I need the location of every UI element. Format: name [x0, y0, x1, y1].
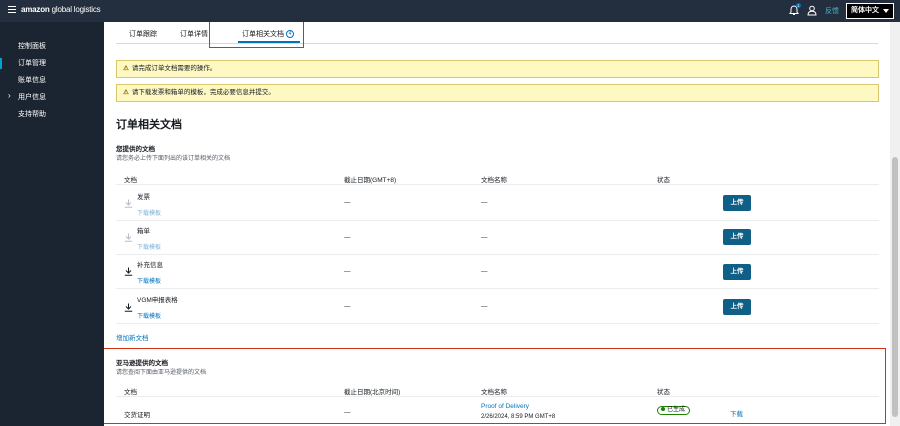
vertical-scrollbar[interactable] [890, 22, 900, 426]
amazon-global-logistics-logo[interactable]: amazon global logistics [21, 5, 101, 14]
document-name: 箱单 [137, 228, 150, 235]
sidebar-active-indicator [0, 58, 2, 69]
deadline-value: — [344, 409, 351, 416]
column-header-status: 状态 [657, 177, 670, 184]
sidebar-item-user-info[interactable]: 用户信息 [18, 92, 46, 102]
deadline-value: — [344, 234, 351, 241]
status-badge: 已生成 [657, 406, 691, 415]
file-name-value: — [481, 234, 488, 241]
top-navigation-bar: amazon global logistics 1 反馈 简体中文 [0, 0, 900, 22]
table-divider [116, 396, 879, 397]
download-icon [124, 233, 133, 242]
download-icon [124, 199, 133, 208]
upload-button[interactable]: 上传 [723, 299, 751, 315]
chevron-down-icon [883, 9, 889, 13]
file-date-value: 2/26/2024, 8:59 PM GMT+8 [481, 414, 556, 420]
alert-complete-actions: ⚠ 请完成订单文档需要的操作。 [116, 60, 879, 78]
warning-icon: ⚠ [123, 89, 129, 96]
download-icon [124, 267, 133, 276]
tab-order-tracking[interactable]: 订单跟踪 [129, 29, 157, 39]
file-name-value: — [481, 199, 488, 206]
download-template-link[interactable]: 下载模板 [137, 208, 161, 217]
document-name: 发票 [137, 194, 150, 201]
document-name: 补充信息 [137, 262, 163, 269]
sidebar: 控制面板 订单管理 账单信息 › 用户信息 支持帮助 [0, 22, 104, 426]
column-header-document: 文档 [124, 177, 137, 184]
table-divider [116, 254, 879, 255]
status-success-icon [661, 407, 665, 412]
section-description-amazon: 请您查阅下面由亚马逊提供的文档 [116, 370, 207, 376]
sidebar-item-dashboard[interactable]: 控制面板 [18, 41, 46, 51]
sidebar-item-billing[interactable]: 账单信息 [18, 75, 46, 85]
column-header-file-name: 文档名称 [481, 389, 507, 396]
document-name: 交货证明 [124, 412, 150, 419]
section-description-provided: 请您务必上传下面列出的该订单相关的文档 [116, 156, 231, 162]
notification-count-badge: 1 [796, 3, 801, 8]
deadline-value: — [344, 303, 351, 310]
table-divider [116, 220, 879, 221]
upload-button[interactable]: 上传 [723, 264, 751, 280]
file-name-value: — [481, 303, 488, 310]
add-new-document-link[interactable]: 增加新文档 [116, 332, 149, 342]
download-link[interactable]: 下载 [730, 408, 743, 418]
feedback-link[interactable]: 反馈 [825, 6, 839, 16]
deadline-value: — [344, 268, 351, 275]
page-title: 订单相关文档 [116, 119, 182, 131]
main-content: 订单跟踪 订单详情 订单相关文档 4 ⚠ 请完成订单文档需要的操作。 ⚠ 请下载发票和… [104, 22, 890, 426]
download-template-link[interactable]: 下载模板 [137, 276, 161, 285]
table-divider [116, 184, 879, 185]
upload-button[interactable]: 上传 [723, 195, 751, 211]
file-name-value: — [481, 268, 488, 275]
column-header-deadline: 截止日期(北京时间) [344, 389, 401, 396]
document-name: VGM申报表格 [137, 297, 178, 304]
deadline-value: — [344, 199, 351, 206]
upload-button[interactable]: 上传 [723, 229, 751, 245]
download-icon [124, 303, 133, 312]
column-header-deadline: 截止日期(GMT+8) [344, 177, 397, 184]
chevron-right-icon[interactable]: › [8, 91, 11, 100]
hamburger-menu-icon[interactable] [8, 6, 16, 15]
section-title-provided: 您提供的文档 [116, 146, 155, 153]
column-header-document: 文档 [124, 389, 137, 396]
table-divider [116, 288, 879, 289]
user-profile-icon[interactable] [807, 5, 817, 16]
download-template-link[interactable]: 下载模板 [137, 242, 161, 251]
section-title-amazon: 亚马逊提供的文档 [116, 360, 168, 367]
warning-icon: ⚠ [123, 65, 129, 72]
sidebar-item-support[interactable]: 支持帮助 [18, 109, 46, 119]
scrollbar-thumb[interactable] [892, 157, 898, 417]
alert-download-templates: ⚠ 请下载发票和箱单的模板，完成必要信息并提交。 [116, 84, 879, 102]
column-header-status: 状态 [657, 389, 670, 396]
column-header-file-name: 文档名称 [481, 177, 507, 184]
highlight-box-tab [209, 22, 304, 48]
tab-order-details[interactable]: 订单详情 [180, 29, 208, 39]
table-divider [116, 323, 879, 324]
download-template-link[interactable]: 下载模板 [137, 311, 161, 320]
language-selector[interactable]: 简体中文 [846, 3, 894, 19]
proof-of-delivery-link[interactable]: Proof of Delivery [481, 403, 529, 410]
sidebar-item-order-management[interactable]: 订单管理 [18, 58, 46, 68]
